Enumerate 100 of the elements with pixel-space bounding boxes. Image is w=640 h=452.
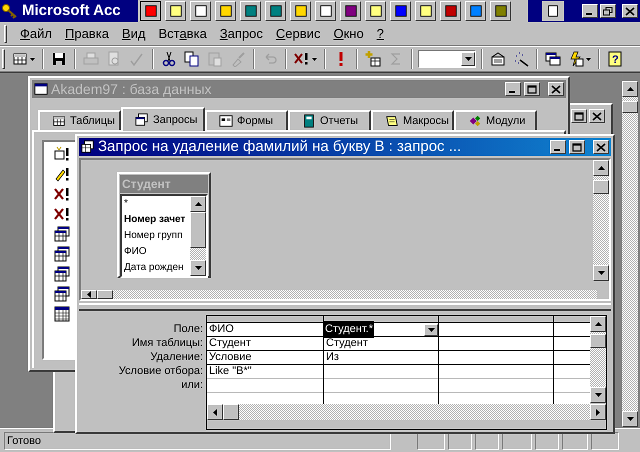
tab[interactable]: Формы	[205, 110, 288, 130]
help-glyph: ?	[612, 54, 619, 66]
copy-icon	[184, 51, 200, 67]
grid-cell[interactable]: Студент	[207, 335, 253, 352]
exclamation-icon	[339, 52, 343, 66]
grid-cell[interactable]: Like "В*"	[207, 363, 254, 380]
status-panel	[448, 432, 472, 450]
tab[interactable]: Таблицы	[38, 110, 121, 130]
maximize-button[interactable]	[524, 82, 540, 96]
scroll-thumb[interactable]	[223, 404, 239, 420]
grid-cell[interactable]: Студент.*	[324, 321, 438, 338]
dropdown-arrow-icon	[464, 57, 472, 61]
shortcut-button[interactable]	[140, 1, 161, 21]
down-arrow-icon	[598, 271, 604, 275]
left-arrow-icon	[213, 408, 217, 416]
scroll-thumb[interactable]	[590, 334, 606, 348]
grid-cell[interactable]: ФИО	[207, 321, 236, 338]
grid-cell[interactable]: Условие	[207, 349, 254, 366]
scroll-thumb[interactable]	[622, 101, 638, 113]
caret-icon	[586, 58, 591, 60]
close-button[interactable]	[622, 4, 638, 18]
minimize-button[interactable]	[582, 4, 598, 18]
app-title: Microsoft Acc	[22, 0, 121, 21]
close-button[interactable]	[593, 140, 609, 154]
up-arrow-icon	[626, 87, 634, 91]
database-icon	[34, 82, 48, 96]
maximize-button[interactable]	[569, 140, 585, 154]
maximize-button[interactable]	[571, 109, 587, 123]
grid-cell[interactable]: Студент	[324, 335, 370, 352]
row-label: Имя таблицы:	[132, 336, 203, 350]
datasheet-view-icon	[12, 51, 28, 67]
workspace-scrollbar[interactable]	[622, 81, 638, 427]
menu-item[interactable]: Правка	[64, 24, 109, 44]
max-icon	[527, 84, 537, 94]
close-icon	[625, 6, 635, 16]
combo-field[interactable]	[418, 50, 476, 68]
query-icon	[54, 246, 70, 262]
down-arrow-icon	[626, 417, 634, 421]
delete-exclamation-icon	[54, 206, 70, 222]
print-icon	[83, 51, 99, 67]
horizontal-scrollbar[interactable]	[207, 404, 606, 420]
help-button[interactable]: ?	[605, 48, 625, 70]
restore-icon	[603, 6, 613, 16]
spelling-icon	[129, 51, 145, 67]
database-window-icon	[545, 51, 561, 67]
query-icon	[81, 140, 95, 154]
max-icon	[574, 112, 584, 120]
tab[interactable]: Макросы	[371, 110, 454, 130]
column-selector[interactable]	[439, 316, 553, 323]
left-arrow-icon	[87, 291, 91, 298]
pane-splitter[interactable]	[79, 303, 611, 311]
query-icon	[54, 266, 70, 282]
caret-icon	[30, 58, 35, 60]
grid-scrollbar[interactable]	[590, 316, 606, 403]
tab[interactable]: Модули	[454, 110, 537, 130]
field-list-title: Студент	[120, 175, 208, 193]
status-panel	[562, 432, 588, 450]
down-arrow-icon	[594, 393, 602, 397]
status-panel	[591, 432, 619, 450]
dropdown-arrow-icon	[428, 328, 434, 332]
vertical-scrollbar[interactable]	[593, 160, 609, 281]
wand-icon	[513, 51, 529, 67]
status-panel	[417, 432, 445, 450]
close-icon	[596, 142, 606, 152]
menu-item[interactable]: ?	[376, 24, 384, 44]
new-object-icon	[568, 51, 584, 67]
cut-icon	[161, 51, 177, 67]
status-panel	[475, 432, 499, 450]
delete-exclamation-icon	[294, 51, 310, 67]
report-icon	[302, 114, 316, 128]
menu-item[interactable]: Сервис	[276, 24, 320, 44]
restore-button[interactable]	[600, 4, 616, 18]
scroll-thumb[interactable]	[593, 180, 609, 194]
close-button[interactable]	[589, 109, 605, 123]
tab[interactable]: Отчеты	[288, 110, 371, 130]
grid-cell[interactable]: Из	[324, 349, 341, 366]
up-arrow-icon	[598, 166, 604, 170]
row-label: Условие отбора:	[118, 364, 203, 378]
menu-item[interactable]: Запрос	[220, 24, 263, 44]
properties-icon	[490, 51, 506, 67]
right-arrow-icon	[596, 408, 600, 416]
minimize-button[interactable]	[505, 82, 521, 96]
close-icon	[592, 112, 602, 120]
tab[interactable]: Запросы	[121, 107, 205, 131]
window-title: Akadem97 : база данных	[51, 80, 213, 99]
minimize-button[interactable]	[550, 140, 566, 154]
column-selector[interactable]	[554, 316, 590, 323]
menu-item[interactable]: Окно	[333, 24, 364, 44]
row-label: Удаление:	[150, 350, 203, 364]
paste-icon	[207, 51, 223, 67]
status-panel	[502, 432, 532, 450]
menu-item[interactable]: Файл	[20, 24, 52, 44]
delete-exclamation-icon	[54, 186, 70, 202]
horizontal-scrollbar[interactable]	[81, 290, 597, 299]
make-table-query-icon	[54, 146, 70, 162]
column-selector[interactable]	[207, 316, 323, 323]
scroll-thumb[interactable]	[97, 290, 113, 299]
menu-item[interactable]: Вид	[122, 24, 146, 44]
menu-item[interactable]: Вставка	[158, 24, 207, 44]
close-button[interactable]	[548, 82, 564, 96]
